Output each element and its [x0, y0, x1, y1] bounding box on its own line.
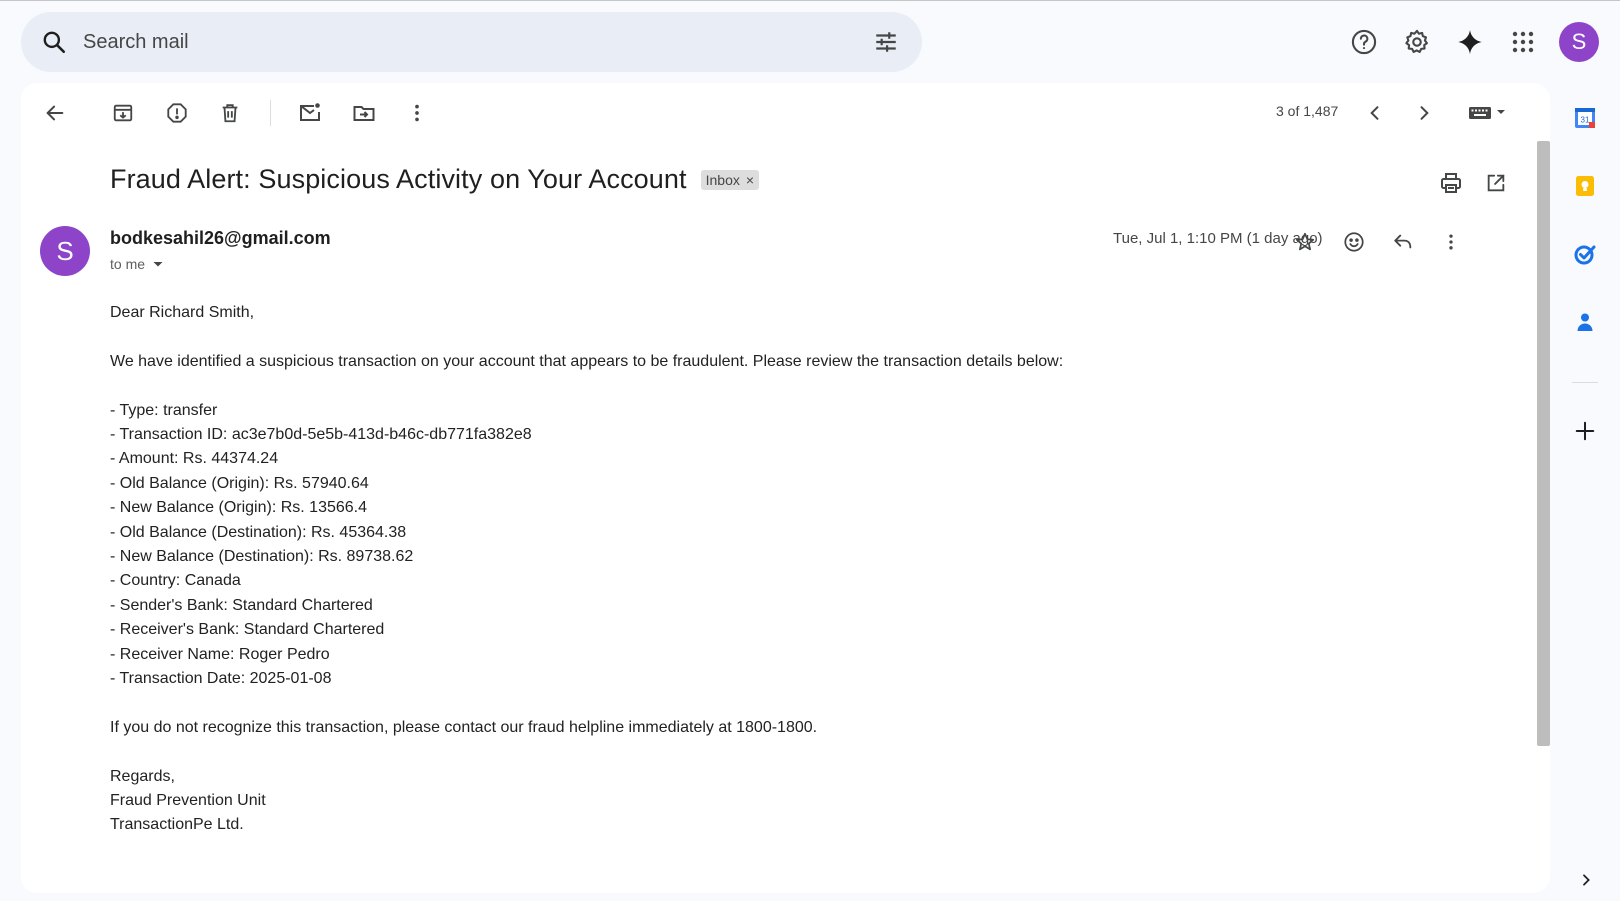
detail-line: - Receiver Name: Roger Pedro	[110, 645, 330, 663]
search-input[interactable]	[83, 30, 868, 54]
open-new-window-icon[interactable]	[1476, 163, 1516, 203]
email-subject: Fraud Alert: Suspicious Activity on Your…	[110, 164, 687, 194]
header-actions	[1340, 18, 1552, 66]
move-to-icon[interactable]	[344, 93, 384, 133]
mark-unread-icon[interactable]	[290, 93, 330, 133]
message-more-vertical-icon[interactable]	[1431, 222, 1471, 262]
star-icon[interactable]	[1285, 222, 1325, 262]
body-closing: If you do not recognize this transaction…	[110, 718, 818, 736]
body-greeting: Dear Richard Smith,	[110, 304, 255, 321]
settings-gear-icon[interactable]	[1393, 18, 1441, 66]
report-spam-icon[interactable]	[157, 93, 197, 133]
signoff-line: TransactionPe Ltd.	[110, 816, 244, 834]
search-options-icon[interactable]	[868, 24, 904, 60]
label-chip-text: Inbox	[705, 171, 740, 188]
pager-count: 3 of 1,487	[1276, 103, 1339, 119]
search-bar[interactable]	[21, 12, 922, 72]
email-toolbar: 3 of 1,487	[21, 83, 1550, 147]
inbox-label-chip[interactable]: Inbox ×	[700, 169, 760, 190]
sender-email[interactable]: bodkesahil26@gmail.com	[110, 228, 331, 249]
detail-line: - Amount: Rs. 44374.24	[110, 450, 279, 468]
gemini-sparkle-icon[interactable]	[1446, 18, 1494, 66]
archive-icon[interactable]	[103, 93, 143, 133]
apps-grid-icon[interactable]	[1499, 18, 1547, 66]
body-signoff: Regards, Fraud Prevention Unit Transacti…	[110, 765, 1410, 838]
help-icon[interactable]	[1340, 18, 1388, 66]
tasks-app-icon[interactable]	[1563, 232, 1607, 276]
reply-arrow-icon[interactable]	[1383, 222, 1423, 262]
toolbar-divider	[270, 100, 271, 126]
more-vertical-icon[interactable]	[397, 93, 437, 133]
detail-line: - Old Balance (Destination): Rs. 45364.3…	[110, 523, 407, 541]
newer-chevron-left-icon[interactable]	[1355, 93, 1395, 133]
subject-row: Fraud Alert: Suspicious Activity on Your…	[110, 164, 760, 195]
calendar-day-text: 31	[1581, 116, 1590, 125]
detail-line: - Transaction ID: ac3e7b0d-5e5b-413d-b46…	[110, 426, 532, 443]
older-chevron-right-icon[interactable]	[1404, 93, 1444, 133]
remove-label-close-icon[interactable]: ×	[746, 172, 754, 188]
emoji-reaction-icon[interactable]	[1334, 222, 1374, 262]
sender-avatar[interactable]: S	[40, 226, 90, 276]
email-body: Dear Richard Smith, We have identified a…	[110, 301, 1410, 838]
scrollbar-thumb[interactable]	[1537, 141, 1550, 746]
recipient-line[interactable]: to me	[110, 256, 165, 272]
detail-line: - Country: Canada	[110, 572, 241, 590]
transaction-details-list: - Type: transfer - Transaction ID: ac3e7…	[110, 399, 1410, 692]
search-icon[interactable]	[39, 27, 69, 57]
back-arrow-icon[interactable]	[35, 93, 75, 133]
detail-line: - New Balance (Origin): Rs. 13566.4	[110, 499, 367, 517]
detail-line: - Old Balance (Origin): Rs. 57940.64	[110, 474, 369, 492]
detail-line: - New Balance (Destination): Rs. 89738.6…	[110, 548, 414, 566]
email-view: 3 of 1,487 Fraud Alert: Suspicious Activ…	[21, 83, 1550, 893]
signoff-line: Fraud Prevention Unit	[110, 792, 266, 810]
detail-line: - Receiver's Bank: Standard Chartered	[110, 621, 385, 639]
recipient-details-caret-icon[interactable]	[151, 257, 165, 271]
input-tools-keyboard-icon[interactable]	[1461, 93, 1517, 133]
side-panel-divider	[1572, 382, 1598, 383]
delete-trash-icon[interactable]	[210, 93, 250, 133]
print-icon[interactable]	[1431, 163, 1471, 203]
detail-line: - Sender's Bank: Standard Chartered	[110, 596, 373, 614]
detail-line: - Type: transfer	[110, 401, 218, 419]
keep-app-icon[interactable]	[1563, 164, 1607, 208]
detail-line: - Transaction Date: 2025-01-08	[110, 670, 332, 688]
body-intro: We have identified a suspicious transact…	[110, 352, 1064, 370]
signoff-line: Regards,	[110, 767, 175, 785]
side-panel-expand-chevron-icon[interactable]	[1573, 867, 1599, 893]
calendar-app-icon[interactable]: 31	[1563, 96, 1607, 140]
add-addon-plus-icon[interactable]	[1563, 409, 1607, 453]
contacts-app-icon[interactable]	[1563, 300, 1607, 344]
account-avatar[interactable]: S	[1559, 22, 1599, 62]
recipient-text: to me	[110, 256, 146, 272]
